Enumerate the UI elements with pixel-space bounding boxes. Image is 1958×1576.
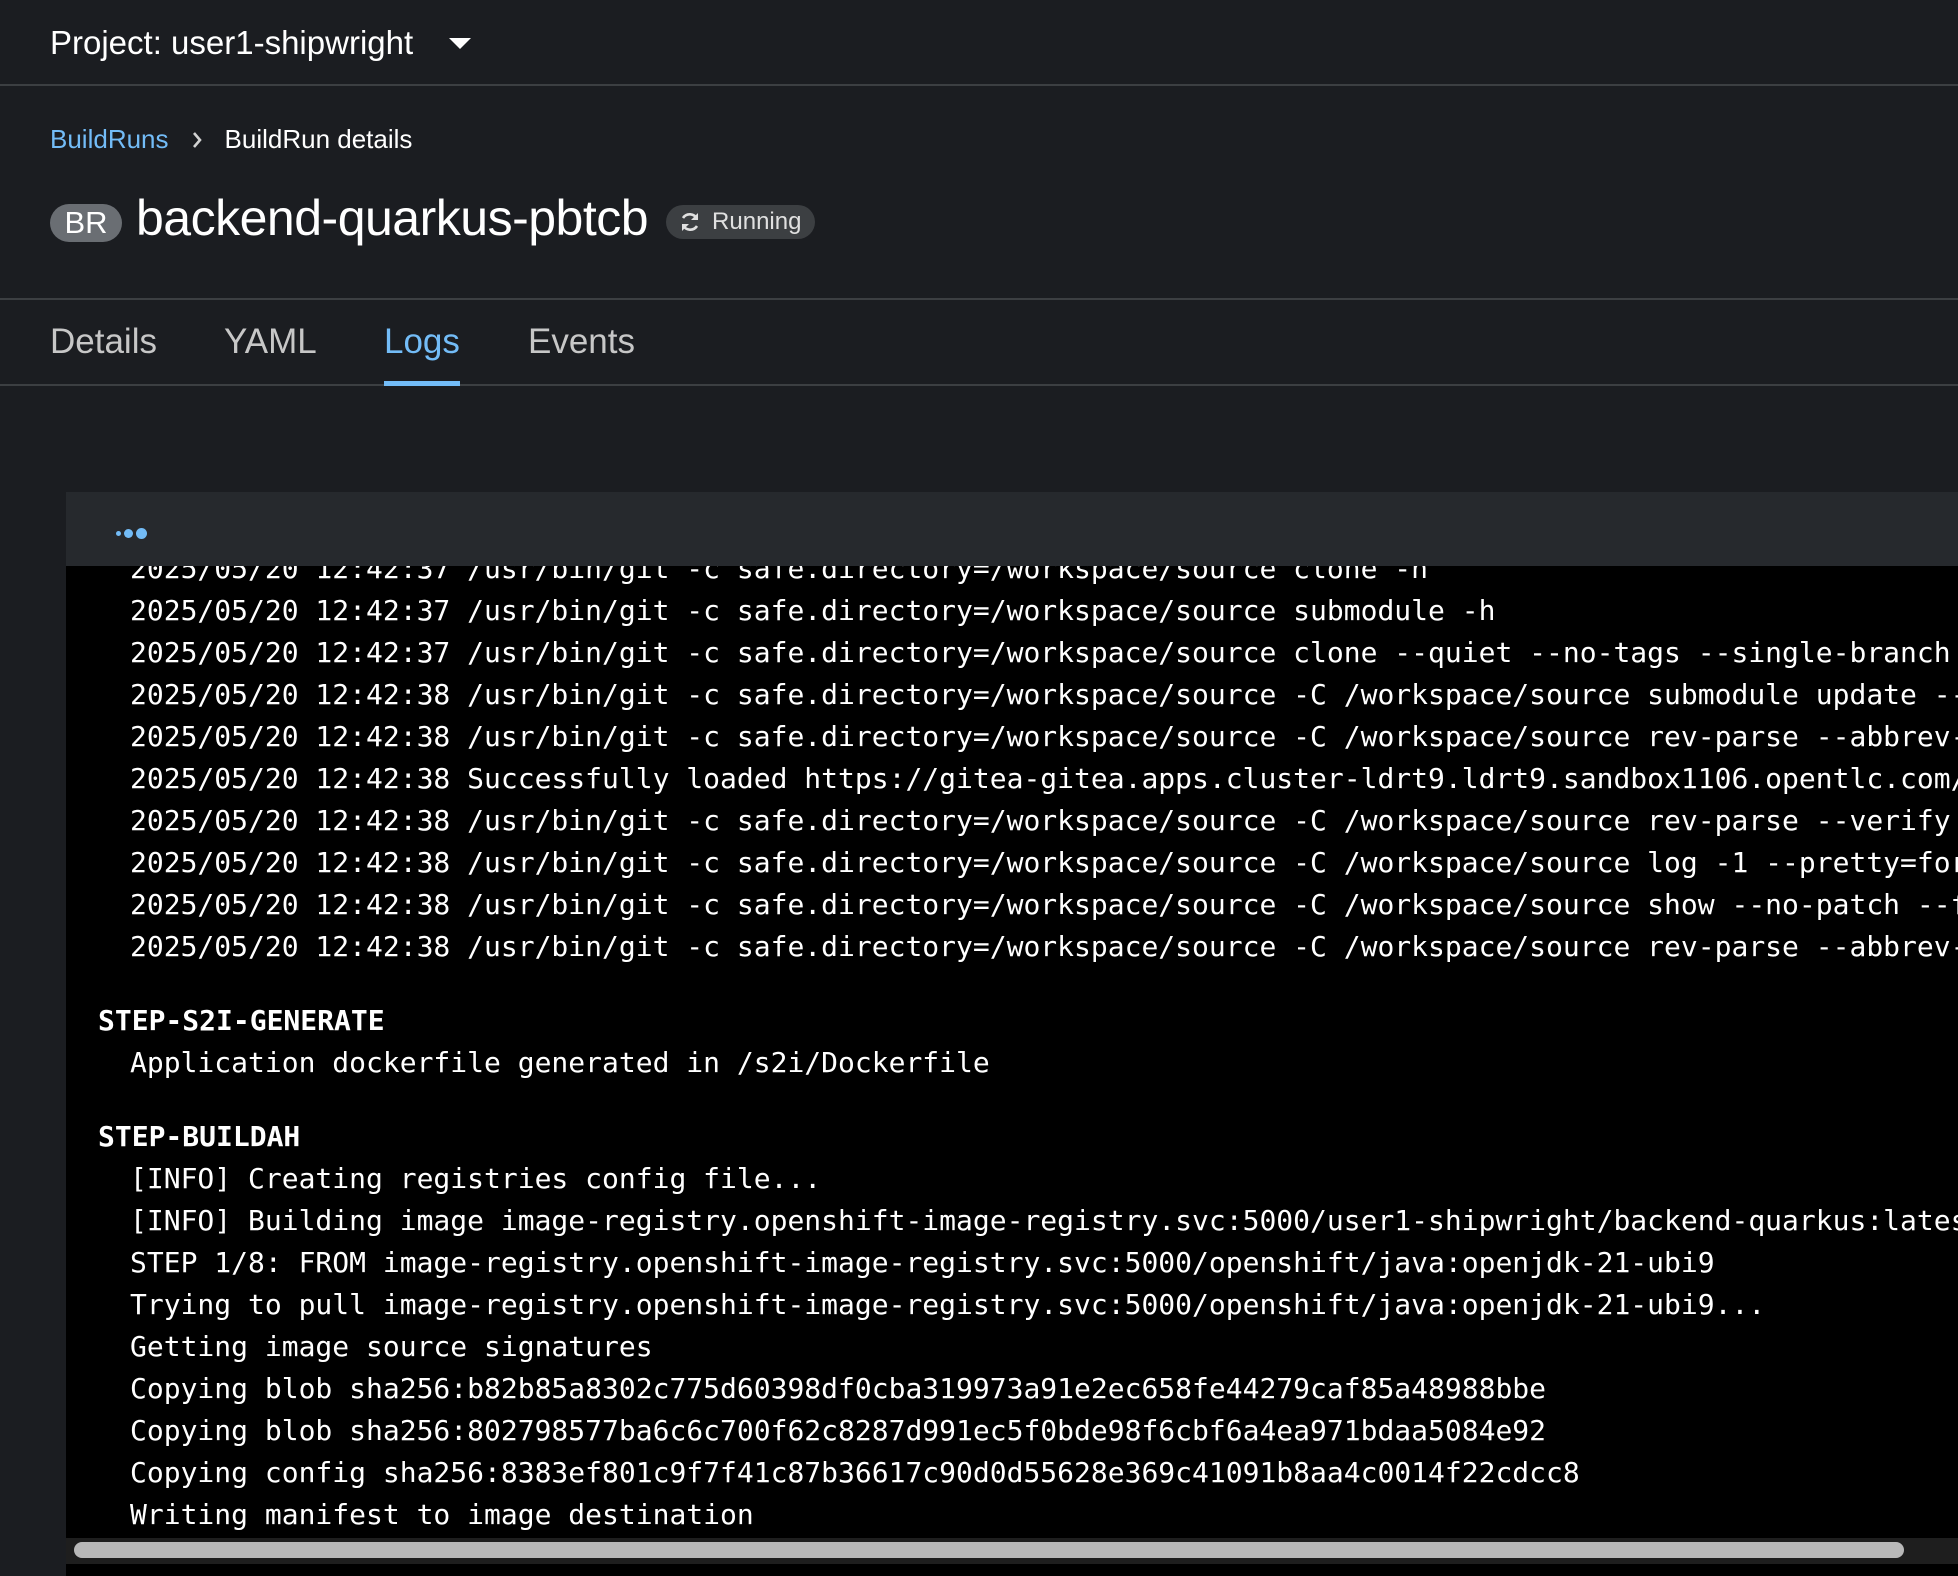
- breadcrumb-buildruns-link[interactable]: BuildRuns: [50, 124, 169, 155]
- tab-bar: Details YAML Logs Events: [0, 300, 1958, 386]
- project-bar: Project: user1-shipwright: [0, 0, 1958, 86]
- log-line: 2025/05/20 12:42:38 /usr/bin/git -c safe…: [130, 720, 1958, 753]
- log-line: Copying config sha256:8383ef801c9f7f41c8…: [130, 1456, 1580, 1489]
- resource-kind-badge: BR: [50, 204, 122, 242]
- log-line: Getting image source signatures: [130, 1330, 653, 1363]
- log-line: [INFO] Building image image-registry.ope…: [130, 1204, 1958, 1237]
- log-line: 2025/05/20 12:42:38 Successfully loaded …: [130, 762, 1958, 795]
- log-step-title: STEP-BUILDAH: [98, 1120, 301, 1153]
- log-line: [INFO] Creating registries config file..…: [130, 1162, 822, 1195]
- caret-down-icon: [449, 37, 472, 49]
- tab-events[interactable]: Events: [528, 300, 635, 384]
- log-toolbar: [66, 492, 1958, 566]
- chevron-right-icon: [191, 131, 203, 149]
- tab-logs[interactable]: Logs: [384, 300, 460, 386]
- log-line: 2025/05/20 12:42:37 /usr/bin/git -c safe…: [130, 566, 1429, 585]
- breadcrumb-current: BuildRun details: [224, 124, 413, 154]
- log-step-title: STEP-S2I-GENERATE: [98, 1004, 385, 1037]
- log-line: Copying blob sha256:802798577ba6c6c700f6…: [130, 1414, 1547, 1447]
- project-selector[interactable]: Project: user1-shipwright: [50, 0, 472, 86]
- sync-icon: [678, 210, 702, 234]
- log-line: STEP 1/8: FROM image-registry.openshift-…: [130, 1246, 1715, 1279]
- log-line: Trying to pull image-registry.openshift-…: [130, 1288, 1766, 1321]
- log-viewer: 2025/05/20 12:42:37 /usr/bin/git -c safe…: [66, 492, 1958, 1576]
- status-badge: Running: [666, 205, 816, 239]
- log-line: 2025/05/20 12:42:38 /usr/bin/git -c safe…: [130, 678, 1958, 711]
- breadcrumb: BuildRuns BuildRun details: [50, 124, 412, 155]
- horizontal-scrollbar[interactable]: [66, 1534, 1958, 1576]
- log-line: Application dockerfile generated in /s2i…: [130, 1046, 990, 1079]
- log-line: 2025/05/20 12:42:37 /usr/bin/git -c safe…: [130, 636, 1951, 669]
- log-content[interactable]: 2025/05/20 12:42:37 /usr/bin/git -c safe…: [66, 566, 1958, 1534]
- tab-details[interactable]: Details: [50, 300, 157, 384]
- log-line: 2025/05/20 12:42:37 /usr/bin/git -c safe…: [130, 594, 1496, 627]
- log-line: 2025/05/20 12:42:38 /usr/bin/git -c safe…: [130, 804, 1951, 837]
- log-line: 2025/05/20 12:42:38 /usr/bin/git -c safe…: [130, 930, 1958, 963]
- tab-yaml[interactable]: YAML: [224, 300, 317, 384]
- log-line: Copying blob sha256:b82b85a8302c775d6039…: [130, 1372, 1547, 1405]
- title-row: BR backend-quarkus-pbtcb Running: [50, 188, 816, 248]
- scrollbar-thumb[interactable]: [74, 1542, 1904, 1558]
- project-label: Project: user1-shipwright: [50, 24, 414, 61]
- log-line: Writing manifest to image destination: [130, 1498, 754, 1531]
- log-line: 2025/05/20 12:42:38 /usr/bin/git -c safe…: [130, 846, 1958, 879]
- loading-dots-icon: [116, 528, 150, 539]
- page-title: backend-quarkus-pbtcb: [136, 190, 649, 246]
- page-header: BuildRuns BuildRun details BR backend-qu…: [0, 88, 1958, 300]
- status-text: Running: [712, 208, 802, 235]
- log-line: 2025/05/20 12:42:38 /usr/bin/git -c safe…: [130, 888, 1958, 921]
